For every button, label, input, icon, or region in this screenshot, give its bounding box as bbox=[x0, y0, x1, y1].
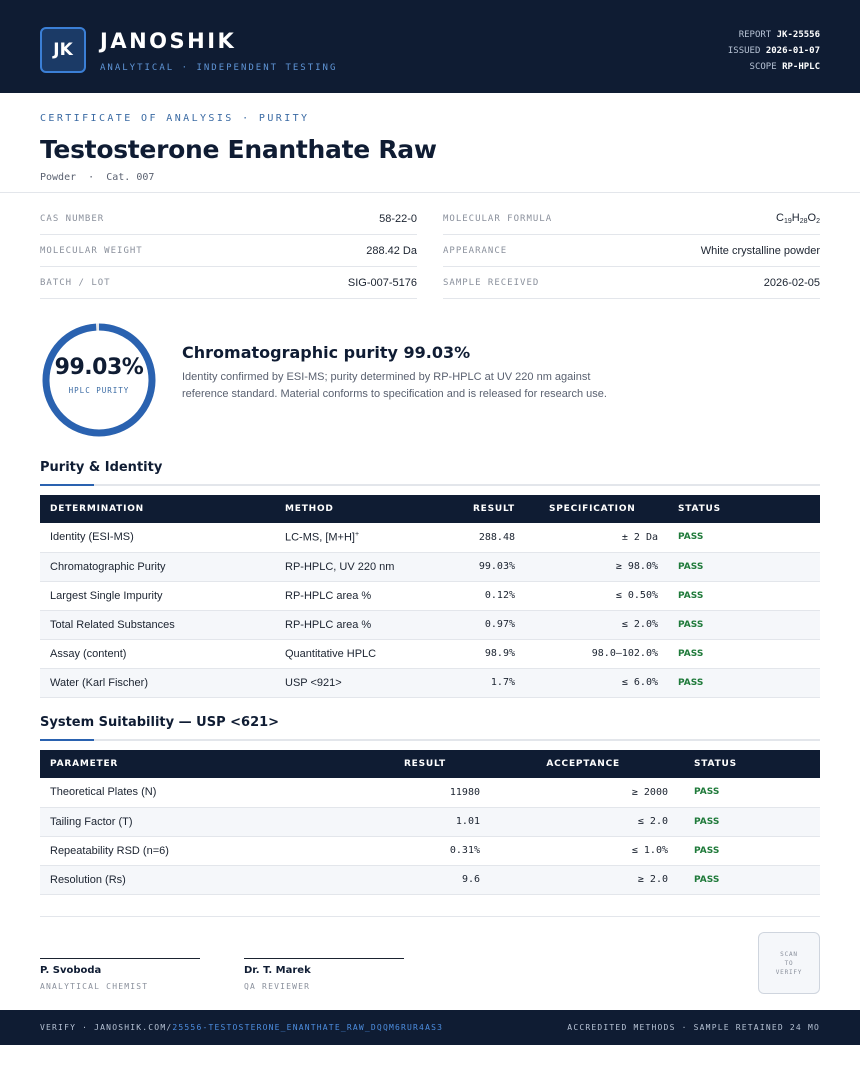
brand-name: JANOSHIK bbox=[100, 29, 237, 53]
spec-row: MOLECULAR FORMULA C19H28O2 bbox=[443, 203, 820, 235]
brand-tagline: ANALYTICAL · INDEPENDENT TESTING bbox=[100, 63, 338, 73]
summary-body: Identity confirmed by ESI-MS; purity det… bbox=[182, 371, 607, 400]
divider bbox=[0, 192, 860, 193]
summary-heading: Chromatographic purity 99.03% bbox=[182, 343, 471, 362]
section-rule bbox=[40, 484, 820, 486]
spec-row: MOLECULAR WEIGHT 288.42 Da bbox=[40, 235, 417, 267]
table-header-row: PARAMETER RESULT ACCEPTANCE STATUS bbox=[40, 750, 820, 778]
purity-gauge bbox=[42, 323, 156, 437]
signer-role: QA REVIEWER bbox=[244, 982, 311, 991]
section-title-suitability: System Suitability — USP <621> bbox=[40, 715, 280, 730]
molecular-weight: 288.42 Da bbox=[366, 244, 417, 257]
status-badge: PASS bbox=[684, 865, 820, 895]
scope-value: RP-HPLC bbox=[782, 62, 820, 72]
product-subtitle: Powder · Cat. 007 bbox=[40, 172, 155, 183]
suitability-table: PARAMETER RESULT ACCEPTANCE STATUS Theor… bbox=[40, 750, 820, 895]
table-row: Assay (content) Quantitative HPLC 98.9% … bbox=[40, 639, 820, 669]
verify-line: VERIFY · JANOSHIK.COM/25556-TESTOSTERONE… bbox=[40, 1023, 444, 1032]
report-id: JK-25556 bbox=[776, 30, 820, 40]
status-badge: PASS bbox=[668, 639, 820, 669]
status-badge: PASS bbox=[668, 552, 820, 582]
spec-row: CAS NUMBER 58-22-0 bbox=[40, 203, 417, 235]
specs-right: MOLECULAR FORMULA C19H28O2 APPEARANCE Wh… bbox=[443, 203, 820, 299]
table-row: Tailing Factor (T) 1.01 ≤ 2.0 PASS bbox=[40, 807, 820, 837]
scope-line: SCOPE RP-HPLC bbox=[749, 62, 820, 72]
document-eyebrow: CERTIFICATE OF ANALYSIS · PURITY bbox=[40, 113, 310, 124]
status-badge: PASS bbox=[668, 581, 820, 611]
footer-note: ACCREDITED METHODS · SAMPLE RETAINED 24 … bbox=[567, 1023, 820, 1032]
table-row: Repeatability RSD (n=6) 0.31% ≤ 1.0% PAS… bbox=[40, 836, 820, 866]
sample-received: 2026-02-05 bbox=[763, 276, 820, 289]
batch-lot: SIG-007-5176 bbox=[347, 276, 417, 289]
signer-name: P. Svoboda bbox=[40, 965, 102, 976]
divider bbox=[40, 916, 820, 917]
table-row: Chromatographic Purity RP-HPLC, UV 220 n… bbox=[40, 552, 820, 582]
spec-row: APPEARANCE White crystalline powder bbox=[443, 235, 820, 267]
verify-link[interactable]: 25556-TESTOSTERONE_ENANTHATE_RAW_DQQM6RU… bbox=[172, 1023, 443, 1032]
signature-block: Dr. T. Marek QA REVIEWER bbox=[244, 958, 404, 991]
report-footer: VERIFY · JANOSHIK.COM/25556-TESTOSTERONE… bbox=[0, 1010, 860, 1045]
section-rule bbox=[40, 739, 820, 741]
table-row: Total Related Substances RP-HPLC area % … bbox=[40, 610, 820, 640]
status-badge: PASS bbox=[668, 523, 820, 553]
spec-row: SAMPLE RECEIVED 2026-02-05 bbox=[443, 267, 820, 299]
purity-table: DETERMINATION METHOD RESULT SPECIFICATIO… bbox=[40, 495, 820, 698]
specs-left: CAS NUMBER 58-22-0 MOLECULAR WEIGHT 288.… bbox=[40, 203, 417, 299]
report-meta: REPORT JK-25556 ISSUED 2026-01-07 SCOPE … bbox=[728, 27, 820, 75]
gauge-fill bbox=[42, 323, 156, 437]
table-row: Largest Single Impurity RP-HPLC area % 0… bbox=[40, 581, 820, 611]
appearance: White crystalline powder bbox=[700, 244, 820, 257]
spec-row: BATCH / LOT SIG-007-5176 bbox=[40, 267, 417, 299]
signer-role: ANALYTICAL CHEMIST bbox=[40, 982, 149, 991]
cas-number: 58-22-0 bbox=[379, 212, 417, 225]
status-badge: PASS bbox=[684, 836, 820, 866]
status-badge: PASS bbox=[684, 807, 820, 837]
issued-date: 2026-01-07 bbox=[765, 46, 820, 56]
table-row: Theoretical Plates (N) 11980 ≥ 2000 PASS bbox=[40, 778, 820, 808]
status-badge: PASS bbox=[668, 668, 820, 698]
table-row: Resolution (Rs) 9.6 ≥ 2.0 PASS bbox=[40, 865, 820, 895]
molecular-formula: C19H28O2 bbox=[776, 212, 820, 225]
table-header-row: DETERMINATION METHOD RESULT SPECIFICATIO… bbox=[40, 495, 820, 523]
signer-name: Dr. T. Marek bbox=[244, 965, 311, 976]
verify-qr-placeholder[interactable]: SCAN TO VERIFY bbox=[758, 932, 820, 994]
signature-block: P. Svoboda ANALYTICAL CHEMIST bbox=[40, 958, 200, 991]
status-badge: PASS bbox=[668, 610, 820, 640]
purity-value: 99.03% bbox=[54, 355, 144, 380]
table-row: Identity (ESI-MS) LC-MS, [M+H]+ 288.48 ±… bbox=[40, 523, 820, 553]
page-title: Testosterone Enanthate Raw bbox=[40, 135, 437, 164]
status-badge: PASS bbox=[684, 778, 820, 808]
gauge-label: HPLC PURITY bbox=[68, 386, 130, 395]
table-row: Water (Karl Fischer) USP <921> 1.7% ≤ 6.… bbox=[40, 668, 820, 698]
report-header: JK JANOSHIK ANALYTICAL · INDEPENDENT TES… bbox=[0, 0, 860, 93]
report-id-line: REPORT JK-25556 bbox=[738, 30, 820, 40]
logo-badge: JK bbox=[40, 27, 86, 73]
issued-line: ISSUED 2026-01-07 bbox=[727, 46, 820, 56]
section-title-purity: Purity & Identity bbox=[40, 460, 163, 475]
